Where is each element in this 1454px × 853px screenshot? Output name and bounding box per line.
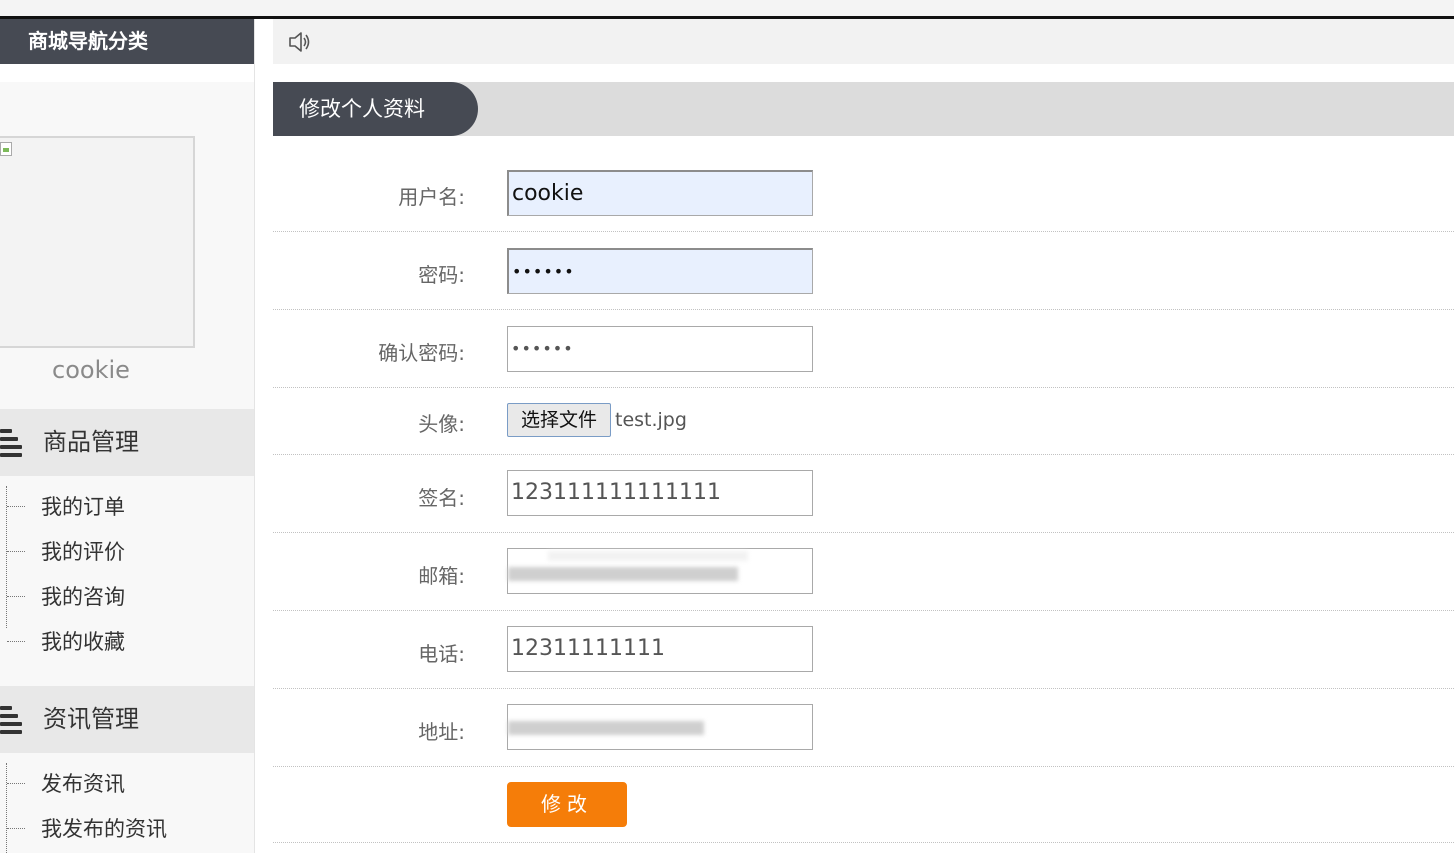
sidebar: 商城导航分类 cookie 商品管理 我的订单 我的评价 我的咨询 我的收藏 资… — [0, 19, 255, 853]
section-title: 商品管理 — [43, 428, 139, 456]
signature-input[interactable]: 123111111111111 — [507, 470, 813, 516]
sidebar-item-my-reviews[interactable]: 我的评价 — [0, 537, 254, 567]
username-label: 用户名: — [398, 185, 465, 209]
email-input[interactable] — [507, 548, 813, 594]
main-content: 修改个人资料 用户名: cookie 密码: •••••• 确认密码: ••••… — [273, 19, 1454, 853]
selected-file-name: test.jpg — [615, 409, 687, 431]
menu-lines-icon — [0, 706, 22, 736]
choose-file-button[interactable]: 选择文件 — [507, 403, 611, 437]
section-title: 资讯管理 — [43, 705, 139, 733]
password-input[interactable]: •••••• — [507, 248, 813, 294]
redacted-address — [508, 721, 704, 735]
speaker-icon[interactable] — [287, 29, 313, 55]
user-name: cookie — [52, 356, 130, 384]
confirm-password-label: 确认密码: — [378, 341, 465, 365]
section-goods-management[interactable]: 商品管理 — [0, 409, 254, 476]
page-title: 修改个人资料 — [273, 82, 478, 136]
address-input[interactable] — [507, 704, 813, 750]
confirm-password-input[interactable]: •••••• — [507, 326, 813, 372]
section-news-management[interactable]: 资讯管理 — [0, 686, 254, 753]
form-row-email: 邮箱: — [273, 533, 1454, 611]
password-label: 密码: — [418, 263, 465, 287]
form-row-password: 密码: •••••• — [273, 232, 1454, 310]
form-row-address: 地址: — [273, 689, 1454, 767]
broken-image-icon — [0, 142, 12, 156]
sidebar-header: 商城导航分类 — [0, 19, 254, 64]
phone-input[interactable]: 12311111111 — [507, 626, 813, 672]
address-label: 地址: — [418, 720, 465, 744]
page-title-bar: 修改个人资料 — [273, 82, 1454, 136]
top-strip — [0, 0, 1454, 16]
menu-lines-icon — [0, 429, 22, 459]
sidebar-item-my-published-news[interactable]: 我发布的资讯 — [0, 814, 254, 844]
sidebar-item-publish-news[interactable]: 发布资讯 — [0, 769, 254, 799]
form-row-avatar: 头像: 选择文件 test.jpg — [273, 388, 1454, 455]
form-row-phone: 电话: 12311111111 — [273, 611, 1454, 689]
submit-button[interactable]: 修改 — [507, 782, 627, 827]
sidebar-item-my-favorites[interactable]: 我的收藏 — [0, 627, 254, 657]
phone-label: 电话: — [418, 642, 465, 666]
sidebar-item-my-inquiries[interactable]: 我的咨询 — [0, 582, 254, 612]
signature-label: 签名: — [418, 486, 465, 510]
form-row-signature: 签名: 123111111111111 — [273, 455, 1454, 533]
notice-bar — [273, 19, 1454, 64]
user-avatar — [0, 136, 195, 348]
form-row-confirm-password: 确认密码: •••••• — [273, 310, 1454, 388]
form-row-username: 用户名: cookie — [273, 154, 1454, 232]
email-label: 邮箱: — [418, 564, 465, 588]
sidebar-item-my-orders[interactable]: 我的订单 — [0, 492, 254, 522]
username-input[interactable]: cookie — [507, 170, 813, 216]
form-row-submit — [273, 767, 1454, 843]
redacted-email — [508, 567, 738, 581]
